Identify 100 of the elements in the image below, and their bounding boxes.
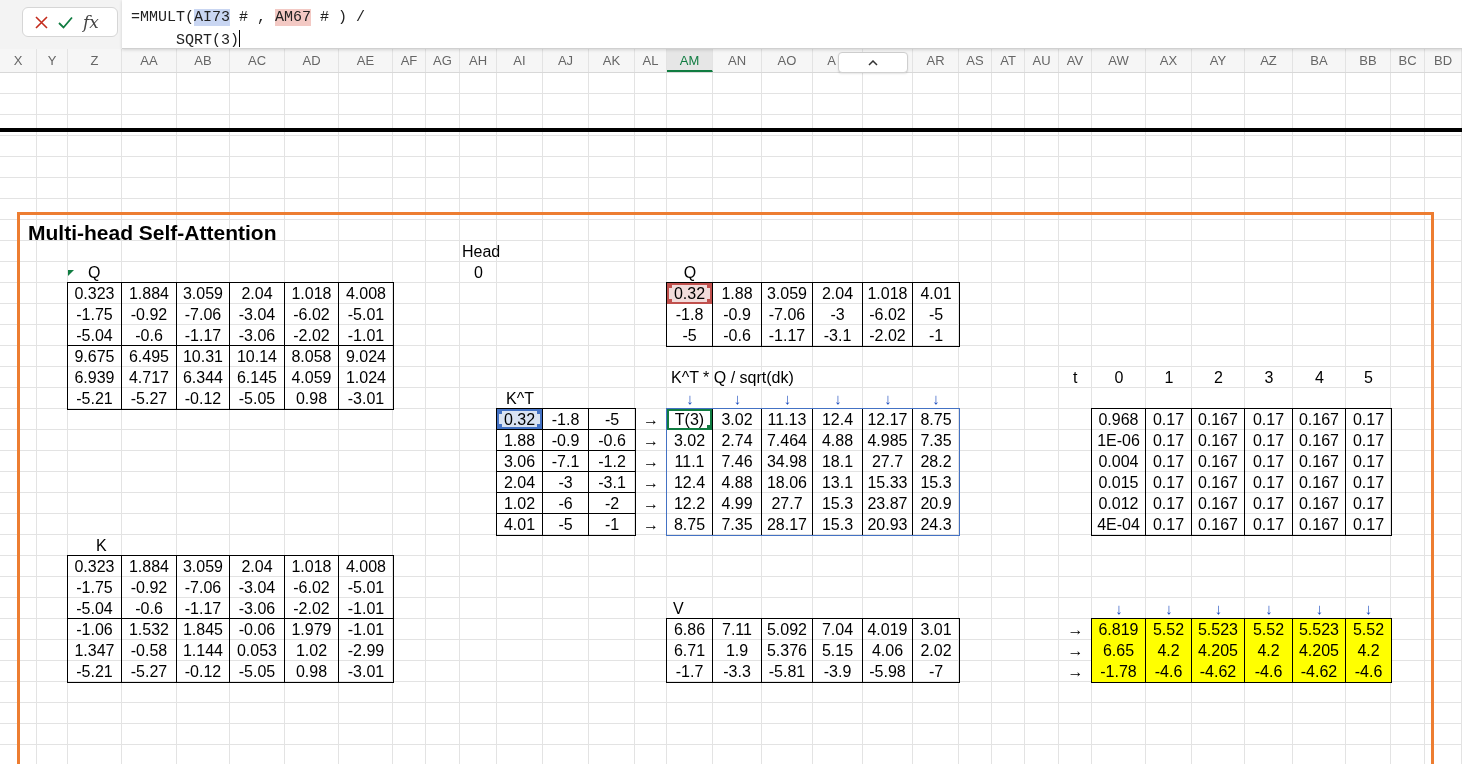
table-cell: 5.523	[1293, 619, 1346, 640]
table-cell-text: 5.52	[1351, 620, 1386, 640]
check-icon[interactable]	[58, 15, 73, 29]
table-cell: -6.02	[863, 304, 913, 325]
table-cell: 7.11	[713, 619, 762, 640]
table-cell: 12.4	[813, 409, 863, 430]
column-label: 2	[1213, 368, 1224, 388]
table-cell: 15.33	[863, 472, 913, 493]
table-cell: 15.3	[813, 493, 863, 514]
column-header[interactable]: BC	[1391, 49, 1425, 72]
formula-text[interactable]: =MMULT(AI73 # , AM67 # ) /	[131, 9, 366, 26]
column-header[interactable]: AY	[1192, 49, 1245, 72]
function-label[interactable]: fx	[83, 12, 99, 32]
table-cell: 5.52	[1245, 619, 1293, 640]
table-cell: 12.2	[667, 493, 713, 514]
formula-text[interactable]: SQRT(3)	[176, 32, 239, 49]
column-header[interactable]: AG	[426, 49, 460, 72]
table-cell: 4.06	[863, 640, 913, 661]
column-header[interactable]: AS	[959, 49, 992, 72]
table-cell-text: 4.01	[919, 284, 953, 304]
sheet-title: Multi-head Self-Attention	[28, 221, 277, 245]
column-header[interactable]: AT	[992, 49, 1025, 72]
table-cell: -1.78	[1092, 661, 1146, 682]
column-label: 0	[1113, 368, 1125, 388]
column-header[interactable]: AR	[913, 49, 959, 72]
table-cell: -0.12	[177, 388, 230, 409]
table-cell-text: 4.2	[1356, 641, 1381, 661]
right-arrow: →	[1066, 620, 1085, 640]
table-cell: 0.98	[285, 388, 339, 409]
column-header[interactable]: AI	[497, 49, 543, 72]
down-arrow: ↓	[833, 389, 843, 409]
column-header[interactable]: AN	[713, 49, 762, 72]
table-cell: 0.17	[1245, 514, 1293, 535]
table-cell: -7.06	[177, 577, 230, 598]
column-header[interactable]: AX	[1146, 49, 1192, 72]
column-header[interactable]: AU	[1025, 49, 1059, 72]
column-header[interactable]: AZ	[1245, 49, 1293, 72]
table-cell: -7.1	[543, 451, 589, 472]
down-arrow: ↓	[1164, 599, 1174, 619]
down-arrow: ↓	[931, 389, 941, 409]
column-header[interactable]: X	[0, 49, 37, 72]
table-cell: 4.01	[497, 514, 543, 535]
column-header[interactable]: AB	[177, 49, 230, 72]
column-header[interactable]: Z	[68, 49, 122, 72]
column-header[interactable]: AK	[589, 49, 635, 72]
right-arrow: →	[642, 431, 660, 451]
table-cell: 0.98	[285, 661, 339, 682]
table-cell: 1.9	[713, 640, 762, 661]
table-cell-text: 15.3	[919, 473, 953, 493]
table-cell-text: -1	[603, 515, 621, 535]
right-arrow: →	[642, 515, 660, 535]
column-header[interactable]: AF	[393, 49, 426, 72]
table-cell: 5.092	[762, 619, 813, 640]
table-cell: 5.376	[762, 640, 813, 661]
table-cell-text: 28.2	[919, 452, 953, 472]
column-header[interactable]: AO	[762, 49, 813, 72]
table-cell: -1.17	[177, 598, 230, 619]
column-header[interactable]: Y	[37, 49, 68, 72]
column-header[interactable]: BD	[1425, 49, 1462, 72]
down-arrow: ↓	[883, 389, 893, 409]
table-cell-text: -3.01	[346, 389, 386, 409]
table-cell: 6.65	[1092, 640, 1146, 661]
table-cell-text: -5.01	[346, 578, 386, 598]
table-cell: 1.88	[497, 430, 543, 451]
table-cell: 0.167	[1192, 472, 1245, 493]
table-cell: 0.17	[1245, 472, 1293, 493]
column-label: 1	[1163, 368, 1175, 388]
table-cell: 0.17	[1146, 472, 1192, 493]
table-cell: 0.012	[1092, 493, 1146, 514]
column-header[interactable]: AE	[339, 49, 393, 72]
table-cell: 11.13	[762, 409, 813, 430]
column-header[interactable]: AA	[122, 49, 177, 72]
down-arrow: ↓	[1363, 599, 1374, 619]
column-header[interactable]: AW	[1092, 49, 1146, 72]
column-header[interactable]: BB	[1346, 49, 1391, 72]
table-cell: 0.17	[1245, 430, 1293, 451]
table-cell: 5.52	[1146, 619, 1192, 640]
chevron-up-icon	[868, 59, 878, 66]
column-header[interactable]: AH	[460, 49, 497, 72]
table-cell: 0.167	[1192, 409, 1245, 430]
table-cell: -5.05	[230, 388, 285, 409]
column-header[interactable]: AD	[285, 49, 339, 72]
table-cell: -4.62	[1192, 661, 1245, 682]
table-cell-text: 9.024	[344, 347, 387, 367]
column-header[interactable]: AV	[1059, 49, 1092, 72]
table-cell: 6.939	[68, 367, 122, 388]
table-cell: 1.018	[285, 556, 339, 577]
column-header[interactable]: AJ	[543, 49, 589, 72]
table-cell: 12.4	[667, 472, 713, 493]
column-header[interactable]: BA	[1293, 49, 1346, 72]
column-header[interactable]: A	[813, 49, 838, 72]
column-header[interactable]: AM	[667, 49, 713, 72]
table-cell: 5.523	[1192, 619, 1245, 640]
table-cell: 20.93	[863, 514, 913, 535]
table-cell: 7.46	[713, 451, 762, 472]
table-cell: 7.464	[762, 430, 813, 451]
table-cell: 4.88	[813, 430, 863, 451]
cancel-icon[interactable]	[35, 15, 48, 29]
table-cell: -5.04	[68, 598, 122, 619]
column-header[interactable]: AC	[230, 49, 285, 72]
